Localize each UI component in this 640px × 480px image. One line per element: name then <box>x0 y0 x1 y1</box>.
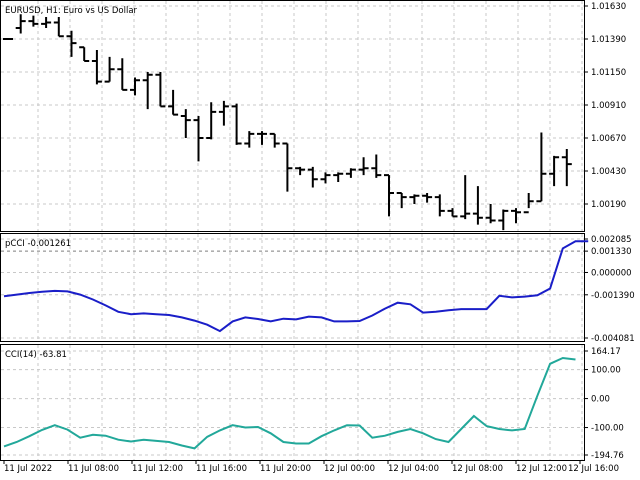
cci-label: CCI(14) -63.81 <box>5 350 67 360</box>
price-tick-label: 1.00190 <box>591 200 626 210</box>
time-tick-label: 11 Jul 2022 <box>4 464 52 474</box>
price-tick-label: 1.01390 <box>591 35 626 45</box>
time-tick-label: 11 Jul 12:00 <box>132 464 183 474</box>
cci-tick-label: 100.00 <box>591 366 621 376</box>
price-tick-label: 1.01150 <box>591 68 626 78</box>
pcci-tick-label: -0.001390 <box>591 291 635 301</box>
time-tick-label: 12 Jul 12:00 <box>516 464 567 474</box>
time-tick-label: 12 Jul 00:00 <box>324 464 375 474</box>
cci-tick-label: 0.00 <box>591 395 610 405</box>
pcci-tick-label: 0.002085 <box>591 235 632 245</box>
price-tick-label: 1.00910 <box>591 101 626 111</box>
pcci-label: pCCI -0.001261 <box>5 239 71 249</box>
pcci-tick-label: 0.000000 <box>591 268 632 278</box>
price-tick-label: 1.00430 <box>591 167 626 177</box>
time-tick-label: 12 Jul 04:00 <box>388 464 439 474</box>
pcci-tick-label: 0.001330 <box>591 247 632 257</box>
time-tick-label: 11 Jul 20:00 <box>260 464 311 474</box>
cci-tick-label: -194.76 <box>591 451 624 461</box>
time-tick-label: 11 Jul 16:00 <box>196 464 247 474</box>
price-panel-title: EURUSD, H1: Euro vs US Dollar <box>5 6 138 16</box>
time-tick-label: 11 Jul 08:00 <box>68 464 119 474</box>
trading-chart[interactable]: 1.01630 1.01390 1.01150 1.00910 1.00670 1.004… <box>0 0 640 480</box>
price-tick-label: 1.00670 <box>591 134 626 144</box>
time-tick-label: 12 Jul 08:00 <box>452 464 503 474</box>
time-tick-label: 12 Jul 16:00 <box>568 464 619 474</box>
cci-tick-label: 164.17 <box>591 347 621 357</box>
cci-tick-label: -100.00 <box>591 424 624 434</box>
price-tick-label: 1.01630 <box>591 2 626 12</box>
pcci-tick-label: -0.004081 <box>591 334 635 344</box>
